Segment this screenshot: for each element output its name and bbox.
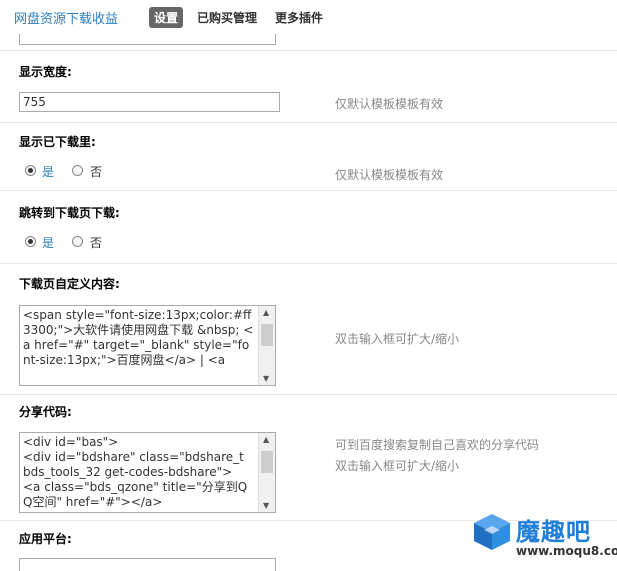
display-width-input[interactable] (19, 92, 280, 112)
cube-logo-icon (474, 514, 510, 550)
jump-download-no-radio[interactable] (72, 236, 83, 247)
clipped-input-top (19, 34, 276, 45)
divider (0, 190, 617, 191)
share-code-textarea[interactable]: <div id="bas"> <div id="bdshare" class="… (19, 432, 276, 513)
jump-download-label: 跳转到下载页下载: (19, 206, 120, 220)
jump-download-yes-label[interactable]: 是 (42, 234, 54, 251)
jump-download-no-label[interactable]: 否 (90, 234, 102, 251)
scroll-up-icon[interactable]: ▲ (263, 308, 269, 317)
watermark-logo: 魔趣吧 www.moqu8.com (470, 508, 617, 566)
divider (0, 394, 617, 395)
share-code-tip-1: 可到百度搜索复制自己喜欢的分享代码 (335, 438, 540, 452)
tab-purchased-management[interactable]: 已购买管理 (192, 7, 262, 28)
share-code-scrollbar[interactable]: ▲ ▼ (258, 433, 275, 512)
share-code-tip-2: 双击输入框可扩大/缩小 (335, 459, 460, 473)
share-code-content: <div id="bas"> <div id="bdshare" class="… (23, 435, 248, 509)
jump-download-yes-radio[interactable] (25, 236, 36, 247)
show-downloads-yes-radio[interactable] (25, 165, 36, 176)
divider (0, 50, 617, 51)
display-width-label: 显示宽度: (19, 65, 72, 79)
plugin-header: 网盘资源下载收益 设置 已购买管理 更多插件 (0, 0, 617, 34)
watermark-name: 魔趣吧 (516, 518, 591, 546)
platform-input-clipped[interactable] (19, 558, 276, 571)
plugin-title[interactable]: 网盘资源下载收益 (14, 8, 118, 27)
show-downloads-yes-label[interactable]: 是 (42, 163, 54, 180)
scroll-down-icon[interactable]: ▼ (263, 501, 269, 510)
divider (0, 263, 617, 264)
scroll-up-icon[interactable]: ▲ (263, 435, 269, 444)
scroll-down-icon[interactable]: ▼ (263, 374, 269, 383)
show-downloads-no-radio[interactable] (72, 165, 83, 176)
download-custom-tip: 双击输入框可扩大/缩小 (335, 332, 460, 346)
divider (0, 122, 617, 123)
download-custom-scrollbar[interactable]: ▲ ▼ (258, 306, 275, 385)
show-downloads-label: 显示已下载里: (19, 135, 96, 149)
watermark-url: www.moqu8.com (516, 544, 617, 558)
show-downloads-no-label[interactable]: 否 (90, 163, 102, 180)
scroll-thumb[interactable] (261, 451, 273, 473)
download-custom-textarea[interactable]: <span style="font-size:13px;color:#ff330… (19, 305, 276, 386)
tab-settings[interactable]: 设置 (149, 7, 184, 28)
share-code-label: 分享代码: (19, 405, 72, 419)
download-custom-content: <span style="font-size:13px;color:#ff330… (23, 308, 254, 367)
download-custom-label: 下载页自定义内容: (19, 277, 120, 291)
platform-label: 应用平台: (19, 532, 72, 546)
scroll-thumb[interactable] (261, 324, 273, 346)
display-width-tip: 仅默认模板模板有效 (335, 97, 444, 111)
show-downloads-tip: 仅默认模板模板有效 (335, 168, 444, 182)
tab-more-plugins[interactable]: 更多插件 (270, 7, 328, 28)
